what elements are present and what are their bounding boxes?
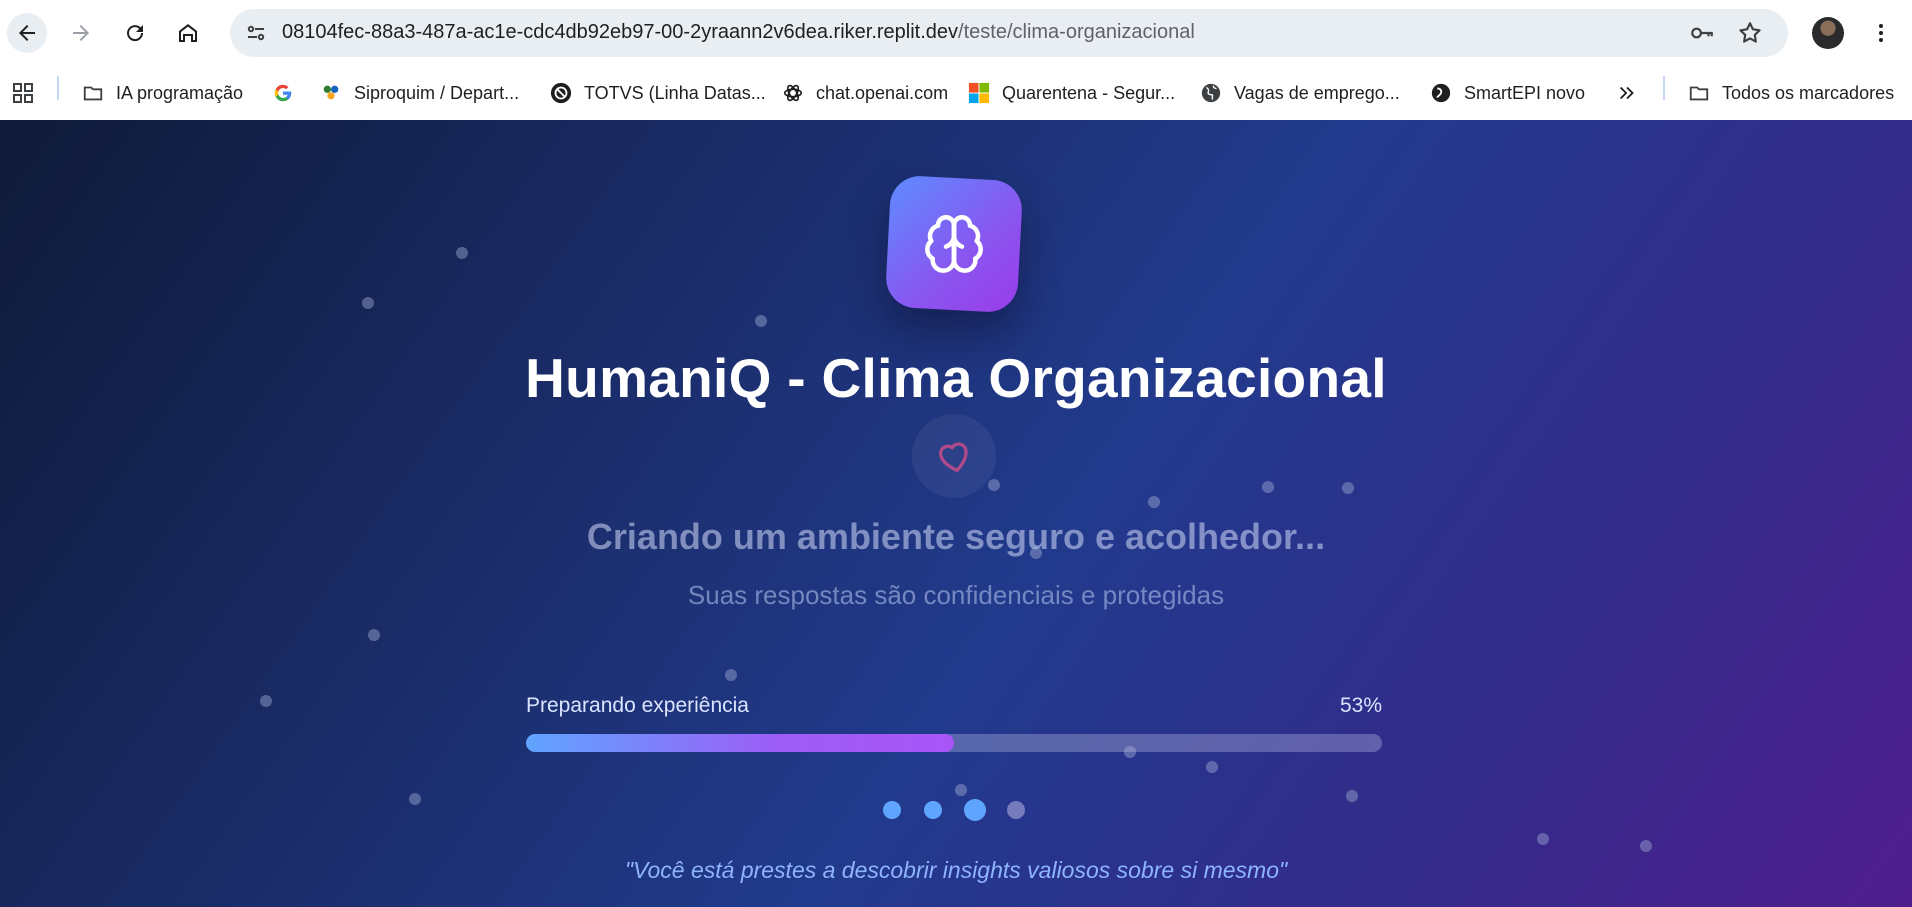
loading-dot	[883, 801, 901, 819]
particle-dot	[1148, 496, 1160, 508]
particle-dot	[362, 297, 374, 309]
particle-dot	[368, 629, 380, 641]
inspirational-quote: "Você está prestes a descobrir insights …	[624, 857, 1288, 883]
bookmark-siproquim[interactable]: Siproquim / Depart...	[320, 79, 519, 107]
progress-label: Preparando experiência	[526, 694, 749, 717]
loading-screen: HumaniQ - Clima Organizacional Criando u…	[0, 120, 1912, 907]
smartepi-icon	[1430, 82, 1452, 104]
particle-dot	[725, 669, 737, 681]
all-bookmarks-label: Todos os marcadores	[1722, 82, 1895, 103]
particle-dot	[1537, 833, 1549, 845]
reload-button[interactable]	[115, 13, 155, 53]
particle-dot	[755, 315, 767, 327]
key-icon[interactable]	[1688, 19, 1716, 47]
profile-avatar[interactable]	[1812, 17, 1844, 49]
home-icon	[179, 24, 197, 42]
bookmarks-bar: IA programação Siproquim / Depart... TOT…	[0, 66, 1912, 120]
particle-dot	[1262, 481, 1274, 493]
site-info-icon[interactable]	[242, 19, 270, 47]
bookmark-chatgpt[interactable]: chat.openai.com	[782, 79, 948, 107]
arrow-right-icon	[73, 25, 89, 41]
apps-grid-icon	[12, 82, 34, 104]
progress-fill	[526, 734, 954, 752]
particle-dot	[1342, 482, 1354, 494]
totvs-icon	[550, 82, 572, 104]
particle-dot	[1346, 790, 1358, 802]
url-host: 08104fec-88a3-487a-ac1e-cdc4db92eb97-00-…	[282, 21, 959, 43]
reload-icon	[127, 25, 144, 42]
page-title: HumaniQ - Clima Organizacional	[525, 347, 1387, 409]
particle-dot	[1640, 840, 1652, 852]
url-text[interactable]: 08104fec-88a3-487a-ac1e-cdc4db92eb97-00-…	[282, 21, 1195, 44]
forward-button[interactable]	[61, 13, 101, 53]
app-logo	[884, 174, 1024, 314]
particle-dot	[988, 479, 1000, 491]
confidentiality-note: Suas respostas são confidenciais e prote…	[687, 580, 1225, 610]
bookmark-quarentena[interactable]: Quarentena - Segur...	[968, 79, 1175, 107]
bookmark-totvs[interactable]: TOTVS (Linha Datas...	[550, 79, 766, 107]
bookmark-label: IA programação	[116, 82, 244, 103]
bookmarks-separator	[57, 76, 59, 100]
bookmark-ia-programacao[interactable]: IA programação	[82, 79, 243, 107]
heart-icon	[938, 442, 968, 472]
menu-button[interactable]	[1861, 13, 1901, 53]
bookmark-label: TOTVS (Linha Datas...	[584, 82, 766, 103]
bookmark-label: Siproquim / Depart...	[354, 82, 520, 103]
more-vert-icon	[1879, 24, 1883, 42]
address-bar[interactable]: 08104fec-88a3-487a-ac1e-cdc4db92eb97-00-…	[230, 9, 1788, 57]
chevron-double-right-icon	[1616, 82, 1638, 104]
site-icon	[320, 82, 342, 104]
bookmark-vagas[interactable]: Vagas de emprego...	[1200, 79, 1400, 107]
bookmark-label: SmartEPI novo	[1464, 82, 1586, 103]
loading-dot	[1007, 801, 1025, 819]
brain-icon	[925, 215, 983, 273]
globe-icon	[1200, 82, 1222, 104]
more-bookmarks-button[interactable]	[1616, 79, 1650, 107]
bookmark-smartepi[interactable]: SmartEPI novo	[1430, 79, 1585, 107]
back-button[interactable]	[7, 13, 47, 53]
folder-icon	[1688, 82, 1710, 104]
loading-subtitle: Criando um ambiente seguro e acolhedor..…	[586, 516, 1326, 557]
particle-dot	[955, 784, 967, 796]
apps-button[interactable]	[12, 79, 46, 107]
bookmark-label: Vagas de emprego...	[1234, 82, 1400, 103]
progress-percent: 53%	[1339, 694, 1382, 717]
url-path: /teste/clima-organizacional	[958, 21, 1195, 43]
particle-dot	[260, 695, 272, 707]
google-icon	[272, 82, 294, 104]
bookmark-google[interactable]	[272, 79, 306, 107]
home-button[interactable]	[168, 13, 208, 53]
all-bookmarks-folder[interactable]: Todos os marcadores	[1688, 79, 1894, 107]
browser-toolbar: 08104fec-88a3-487a-ac1e-cdc4db92eb97-00-…	[0, 0, 1912, 66]
progress-bar	[526, 734, 1382, 752]
loading-dot	[924, 801, 942, 819]
bookmark-label: Quarentena - Segur...	[1002, 82, 1176, 103]
particle-dot	[409, 793, 421, 805]
bookmarks-separator	[1663, 76, 1665, 100]
arrow-left-icon	[19, 25, 35, 41]
bookmark-label: chat.openai.com	[816, 82, 949, 103]
particle-dot	[456, 247, 468, 259]
particle-dot	[1206, 761, 1218, 773]
star-icon[interactable]	[1736, 19, 1764, 47]
folder-icon	[82, 82, 104, 104]
loading-dot	[964, 799, 986, 821]
openai-icon	[782, 82, 804, 104]
microsoft-icon	[968, 82, 990, 104]
heart-badge	[912, 414, 996, 498]
